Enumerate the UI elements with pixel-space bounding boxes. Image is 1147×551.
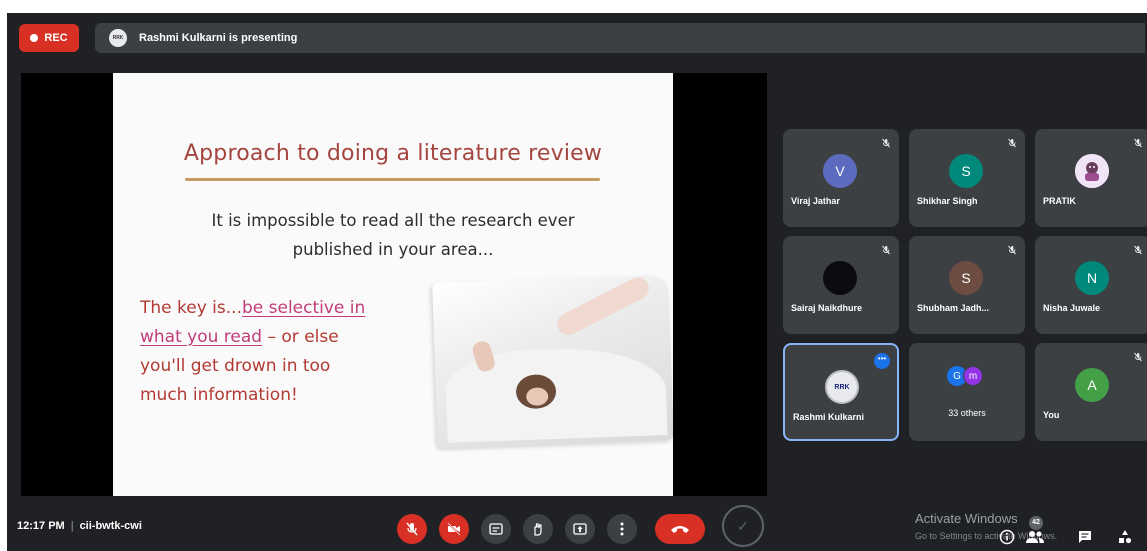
people-button[interactable] <box>1025 527 1045 547</box>
chat-icon <box>1079 531 1091 543</box>
record-dot-icon <box>30 34 39 42</box>
presenting-text: Rashmi Kulkarni is presenting <box>139 32 298 44</box>
mic-muted-icon <box>1007 135 1017 148</box>
raise-hand-button[interactable] <box>523 514 553 544</box>
avatar <box>823 261 857 295</box>
participant-name: Viraj Jathar <box>791 196 840 206</box>
participant-name: Shubham Jadh... <box>917 303 990 313</box>
clock-time: 12:17 PM <box>17 520 65 532</box>
captions-icon <box>489 523 503 535</box>
check-icon[interactable]: ✓ <box>722 505 764 547</box>
avatar: S <box>949 261 983 295</box>
camera-toggle-button[interactable] <box>439 514 469 544</box>
hang-up-icon <box>671 526 689 533</box>
avatar: S <box>949 154 983 188</box>
avatar: V <box>823 154 857 188</box>
mic-muted-icon <box>881 242 891 255</box>
slide-subtitle-line: published in your area... <box>292 240 494 259</box>
mic-muted-icon <box>1007 242 1017 255</box>
avatar <box>1075 154 1109 188</box>
activities-button[interactable] <box>1115 527 1135 547</box>
more-options-button[interactable] <box>607 514 637 544</box>
participant-tile[interactable]: S Shikhar Singh <box>909 129 1025 227</box>
profile-photo-icon <box>1075 154 1109 188</box>
slide-subtitle-line: It is impossible to read all the researc… <box>211 211 575 230</box>
participant-tile[interactable]: S Shubham Jadh... <box>909 236 1025 334</box>
participant-name: Sairaj Naikdhure <box>791 303 863 313</box>
participant-name: Shikhar Singh <box>917 196 978 206</box>
key-rest: – or else <box>262 327 339 347</box>
hand-icon <box>534 523 542 536</box>
key-prefix: The key is... <box>140 298 242 318</box>
bottom-bar: 12:17 PM | cii-bwtk-cwi ✓ Activate Windo… <box>7 503 1147 551</box>
meeting-info: 12:17 PM | cii-bwtk-cwi <box>17 520 142 532</box>
participant-tile[interactable]: N Nisha Juwale <box>1035 236 1147 334</box>
presentation-stage: Approach to doing a literature review It… <box>21 73 767 496</box>
camera-off-icon <box>447 522 461 536</box>
participant-tile[interactable]: A You <box>1035 343 1147 441</box>
slide-subtitle: It is impossible to read all the researc… <box>153 206 633 264</box>
participant-tile[interactable]: V Viraj Jathar <box>783 129 899 227</box>
mic-muted-icon <box>1133 135 1143 148</box>
recording-indicator[interactable]: REC <box>19 24 79 52</box>
presenter-avatar: RRK <box>109 29 127 47</box>
more-vert-icon <box>620 522 624 536</box>
leave-call-button[interactable] <box>655 514 705 544</box>
avatar: N <box>1075 261 1109 295</box>
slide-title: Approach to doing a literature review <box>183 141 603 166</box>
others-avatars: Gm <box>947 366 987 386</box>
key-highlight: what you read <box>140 327 263 347</box>
meet-window: REC RRK Rashmi Kulkarni is presenting Ap… <box>7 13 1147 551</box>
rec-label: REC <box>44 32 68 44</box>
avatar: A <box>1075 368 1109 402</box>
mic-muted-icon <box>1133 349 1143 362</box>
slide-title-underline <box>185 178 600 181</box>
presenting-banner: RRK Rashmi Kulkarni is presenting <box>95 23 1145 53</box>
key-rest: you'll get drown in too <box>140 356 331 376</box>
presentation-slide: Approach to doing a literature review It… <box>113 73 673 496</box>
info-icon <box>999 529 1015 545</box>
participant-tile[interactable]: PRATIK <box>1035 129 1147 227</box>
avatar: RRK <box>825 370 859 404</box>
key-highlight: be selective in <box>241 298 366 318</box>
present-button[interactable] <box>565 514 595 544</box>
participant-name: PRATIK <box>1043 196 1076 206</box>
meeting-code: cii-bwtk-cwi <box>79 520 142 532</box>
participant-name: You <box>1043 410 1060 420</box>
mic-muted-icon <box>881 135 891 148</box>
chat-button[interactable] <box>1075 527 1095 547</box>
participant-name: Rashmi Kulkarni <box>793 412 865 422</box>
top-bar: REC RRK Rashmi Kulkarni is presenting <box>7 13 1147 65</box>
captions-button[interactable] <box>481 514 511 544</box>
avatar: m <box>963 366 983 386</box>
participant-name: Nisha Juwale <box>1043 303 1101 313</box>
meeting-details-button[interactable] <box>997 527 1017 547</box>
participant-tile[interactable]: RRK Rashmi Kulkarni ••• <box>783 343 899 441</box>
slide-photo <box>432 274 673 449</box>
others-count-label: 33 others <box>948 408 986 418</box>
people-icon <box>1026 531 1044 543</box>
participant-tile[interactable]: Gm 33 others <box>909 343 1025 441</box>
mic-toggle-button[interactable] <box>397 514 427 544</box>
activities-icon <box>1119 530 1132 544</box>
slide-key-text: The key is...be selective in what you re… <box>140 294 440 410</box>
participant-tile[interactable]: Sairaj Naikdhure <box>783 236 899 334</box>
mic-off-icon <box>406 522 418 536</box>
key-rest: much information! <box>140 385 298 405</box>
separator: | <box>70 520 74 532</box>
tile-options-button[interactable]: ••• <box>874 353 890 369</box>
activate-windows-title: Activate Windows <box>915 511 1018 526</box>
mic-muted-icon <box>1133 242 1143 255</box>
present-screen-icon <box>573 523 587 535</box>
